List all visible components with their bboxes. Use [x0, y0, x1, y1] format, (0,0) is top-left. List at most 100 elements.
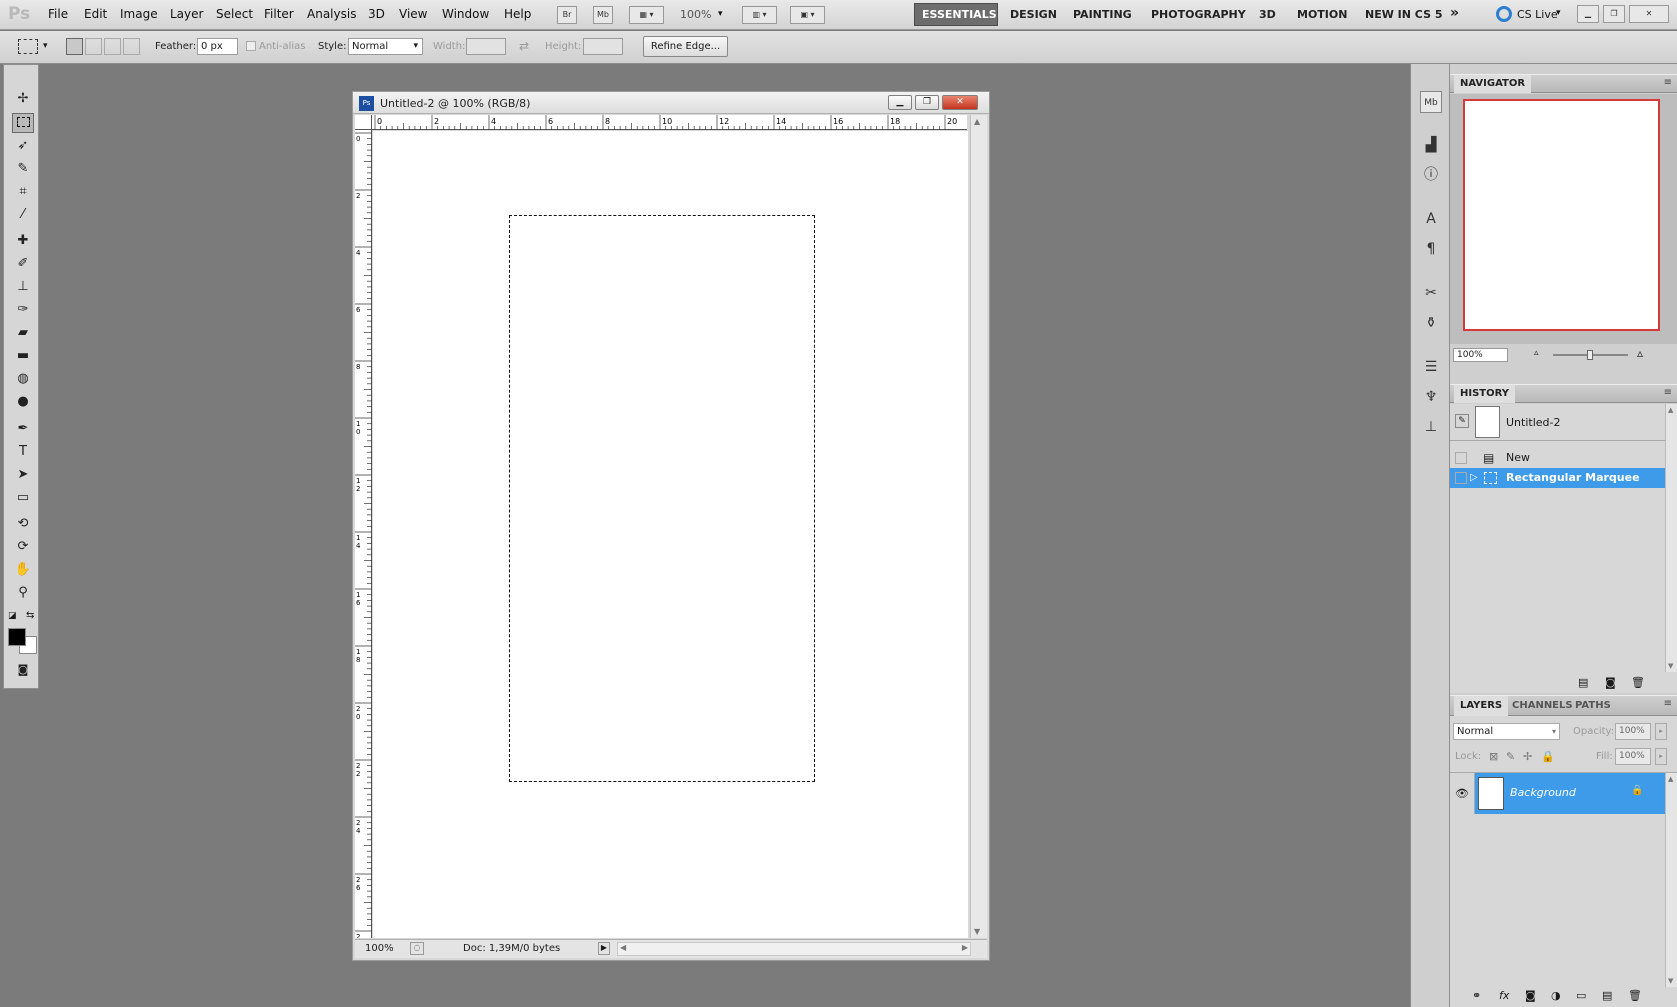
scroll-down-icon[interactable]: ▼ [1668, 977, 1673, 985]
zoom-dropdown-icon[interactable]: ▾ [718, 9, 723, 19]
minibridge-panel-icon[interactable]: Mb [1420, 91, 1442, 113]
histogram-panel-icon[interactable]: ▟ [1420, 134, 1442, 156]
menu-help[interactable]: Help [504, 7, 531, 21]
more-workspaces-icon[interactable]: » [1450, 5, 1459, 21]
menu-image[interactable]: Image [120, 7, 158, 21]
cslive-label[interactable]: CS Live [1517, 8, 1558, 21]
tool-presets-panel-icon[interactable]: ✂ [1420, 282, 1442, 304]
layer-style-fx-icon[interactable]: fx [1499, 989, 1509, 1002]
tab-channels[interactable]: CHANNELS [1506, 696, 1579, 716]
doc-close-button[interactable]: ✕ [942, 95, 978, 110]
cslive-icon[interactable] [1496, 6, 1512, 22]
height-input[interactable] [583, 38, 623, 55]
app-minimize-button[interactable]: ▁ [1577, 5, 1599, 23]
history-brush-tool-icon[interactable]: ✑ [12, 300, 34, 320]
scroll-down-icon[interactable]: ▼ [974, 927, 980, 936]
path-selection-tool-icon[interactable]: ➤ [12, 465, 34, 485]
zoom-in-icon[interactable]: ▵ [1637, 346, 1643, 360]
workspace-new-in-cs5[interactable]: NEW IN CS 5 [1365, 8, 1443, 21]
eyedropper-tool-icon[interactable]: ⁄ [12, 205, 34, 225]
workspace-3d[interactable]: 3D [1259, 8, 1276, 21]
tab-history[interactable]: HISTORY [1454, 385, 1516, 403]
pen-tool-icon[interactable]: ✒ [12, 419, 34, 439]
menu-view[interactable]: View [399, 7, 427, 21]
link-layers-icon[interactable]: ⚭ [1472, 989, 1481, 1002]
zoom-tool-icon[interactable]: ⚲ [12, 583, 34, 603]
ruler-origin[interactable] [355, 115, 372, 130]
width-input[interactable] [466, 38, 506, 55]
history-brush-source-box[interactable] [1455, 472, 1467, 484]
type-tool-icon[interactable]: T [12, 442, 34, 462]
lock-transparent-icon[interactable]: ⊠ [1489, 750, 1498, 763]
tool-preset-dropdown-icon[interactable]: ▾ [43, 41, 48, 51]
spot-healing-tool-icon[interactable]: ✚ [12, 231, 34, 251]
lock-all-icon[interactable]: 🔒 [1541, 750, 1555, 763]
quick-selection-tool-icon[interactable]: ✎ [12, 159, 34, 179]
swap-dimensions-icon[interactable]: ⇄ [519, 39, 529, 53]
add-layer-mask-icon[interactable]: ◙ [1525, 989, 1536, 1002]
brush-tool-icon[interactable]: ✐ [12, 254, 34, 274]
workspace-motion[interactable]: MOTION [1297, 8, 1347, 21]
menu-select[interactable]: Select [216, 7, 253, 21]
create-snapshot-icon[interactable]: ◙ [1605, 676, 1616, 689]
status-icon[interactable]: ◌ [410, 942, 424, 955]
paragraph-panel-icon[interactable]: ¶ [1420, 238, 1442, 260]
move-tool-icon[interactable]: ✢ [12, 89, 34, 109]
history-state-slider-icon[interactable]: ▷ [1470, 468, 1478, 488]
cslive-dropdown-icon[interactable]: ▾ [1556, 8, 1561, 18]
history-brush-source-box[interactable] [1455, 452, 1467, 464]
clone-stamp-tool-icon[interactable]: ⊥ [12, 277, 34, 297]
crop-tool-icon[interactable]: ⌗ [12, 182, 34, 202]
document-titlebar[interactable]: Ps Untitled-2 @ 100% (RGB/8) ▁ ❐ ✕ [353, 92, 989, 114]
scroll-up-icon[interactable]: ▲ [974, 117, 980, 126]
navigator-zoom-input[interactable]: 100% [1453, 348, 1508, 362]
zoom-level[interactable]: 100% [680, 8, 711, 21]
default-colors-icon[interactable]: ◪ [8, 611, 17, 621]
app-close-button[interactable]: ✕ [1629, 5, 1669, 23]
ruler-left[interactable]: 0246810121416182022242628 [355, 130, 372, 938]
quick-mask-icon[interactable]: ◙ [12, 660, 34, 680]
hand-tool-icon[interactable]: ✋ [12, 560, 34, 580]
tab-paths[interactable]: PATHS [1569, 696, 1617, 716]
bridge-button[interactable]: Br [557, 6, 577, 24]
create-document-from-state-icon[interactable]: ▤ [1578, 676, 1588, 689]
layers-menu-icon[interactable]: ≡ [1664, 698, 1672, 709]
opacity-slider-arrow-icon[interactable]: ▸ [1655, 723, 1667, 740]
3d-orbit-tool-icon[interactable]: ⟳ [12, 537, 34, 557]
layer-visibility-eye-icon[interactable]: 👁 [1450, 773, 1475, 814]
menu-analysis[interactable]: Analysis [307, 7, 356, 21]
workspace-essentials[interactable]: ESSENTIALS [922, 8, 997, 21]
feather-input[interactable]: 0 px [197, 38, 238, 55]
screen-mode-button[interactable]: ▣ ▾ [790, 6, 825, 24]
lock-image-icon[interactable]: ✎ [1506, 750, 1515, 763]
workspace-painting[interactable]: PAINTING [1073, 8, 1132, 21]
character-panel-icon[interactable]: A [1420, 208, 1442, 230]
history-item-new[interactable]: ▤ New [1450, 448, 1665, 468]
masks-panel-icon[interactable]: ♆ [1420, 386, 1442, 408]
antialias-checkbox[interactable] [246, 41, 256, 51]
adjustment-layer-icon[interactable]: ◑ [1551, 989, 1561, 1002]
scroll-up-icon[interactable]: ▲ [1668, 406, 1673, 414]
menu-filter[interactable]: Filter [264, 7, 294, 21]
scroll-up-icon[interactable]: ▲ [1668, 775, 1673, 783]
shape-tool-icon[interactable]: ▭ [12, 488, 34, 508]
scroll-down-icon[interactable]: ▼ [1668, 662, 1673, 670]
menu-layer[interactable]: Layer [170, 7, 203, 21]
clone-source-panel-icon[interactable]: ⊥ [1420, 416, 1442, 438]
status-zoom[interactable]: 100% [365, 943, 394, 954]
refine-edge-button[interactable]: Refine Edge... [643, 36, 728, 57]
zoom-slider-handle[interactable] [1587, 350, 1593, 360]
scroll-right-icon[interactable]: ▶ [962, 943, 968, 952]
menu-file[interactable]: File [48, 7, 68, 21]
layers-scrollbar[interactable]: ▲ ▼ [1665, 773, 1677, 987]
foreground-color-swatch[interactable] [8, 628, 26, 646]
layer-name[interactable]: Background [1510, 786, 1576, 799]
add-to-selection-icon[interactable] [85, 38, 102, 55]
status-menu-arrow-icon[interactable]: ▶ [598, 942, 610, 955]
adjustments-panel-icon[interactable]: ☰ [1420, 356, 1442, 378]
new-layer-icon[interactable]: ▤ [1602, 989, 1612, 1002]
swap-colors-icon[interactable]: ⇆ [26, 610, 34, 621]
arrange-documents-button[interactable]: ▥ ▾ [742, 6, 777, 24]
minibridge-button[interactable]: Mb [593, 6, 613, 24]
brush-presets-panel-icon[interactable]: ⚱ [1420, 312, 1442, 334]
